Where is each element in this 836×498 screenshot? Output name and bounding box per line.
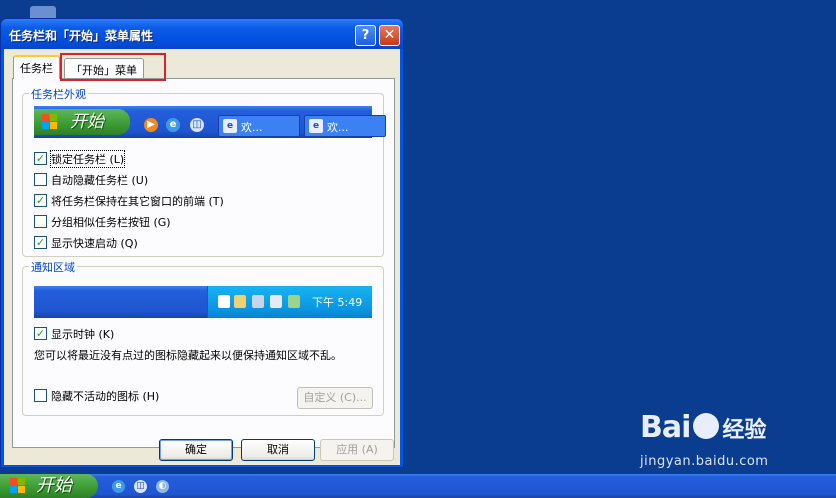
close-button[interactable]: ✕ (379, 25, 400, 46)
tray-icon (218, 295, 230, 308)
taskbar: 开始 e ◫ ◐ (0, 474, 836, 498)
customize-button[interactable]: 自定义 (C)... (297, 387, 373, 409)
preview-button-label: 欢... (327, 121, 349, 134)
tray-icon (270, 295, 282, 308)
paw-icon (693, 413, 720, 439)
internet-explorer-icon[interactable]: e (112, 480, 125, 493)
tab-taskbar[interactable]: 任务栏 (13, 55, 60, 79)
show-desktop-icon[interactable]: ◫ (134, 480, 147, 493)
appearance-group-title: 任务栏外观 (29, 86, 88, 102)
start-label: 开始 (36, 475, 72, 496)
title-bar[interactable]: 任务栏和「开始」菜单属性 ? ✕ (1, 19, 403, 49)
checkbox-label: 分组相似任务栏按钮 (G) (51, 216, 171, 229)
checkbox-label: 自动隐藏任务栏 (U) (51, 174, 149, 187)
preview-window-button: e 欢... (304, 115, 386, 137)
checkbox-label: 隐藏不活动的图标 (H) (51, 390, 160, 403)
watermark-logo-text: Bai (640, 410, 691, 445)
media-player-icon[interactable]: ◐ (156, 480, 169, 493)
cancel-button[interactable]: 取消 (241, 439, 315, 461)
window-icon: e (223, 119, 237, 133)
window-icon: e (309, 119, 323, 133)
checkbox[interactable]: ✓ (34, 236, 47, 249)
tray-icon (234, 295, 246, 308)
baidu-jingyan-watermark: Bai 经验 jingyan.baidu.com (640, 410, 768, 469)
checkbox[interactable] (34, 389, 47, 402)
checkbox-label: 将任务栏保持在其它窗口的前端 (T) (51, 195, 224, 208)
internet-explorer-icon: e (166, 118, 180, 132)
checkbox-label: 显示时钟 (K) (51, 328, 115, 341)
checkbox-label: 锁定任务栏 (L) (49, 150, 126, 168)
taskbar-preview: 开始 ▶ e ◫ e 欢... e 欢... (34, 106, 386, 138)
watermark-url: jingyan.baidu.com (640, 454, 769, 469)
checkbox-label: 显示快速启动 (Q) (51, 237, 138, 250)
media-player-icon: ▶ (144, 118, 158, 132)
tab-highlight-box (60, 53, 166, 81)
tray-icon (252, 295, 264, 308)
ok-button[interactable]: 确定 (159, 439, 233, 461)
system-tray-preview: 下午 5:49 (207, 286, 372, 318)
preview-start-button: 开始 (34, 109, 130, 135)
window-title: 任务栏和「开始」菜单属性 (9, 29, 154, 43)
help-button[interactable]: ? (355, 25, 376, 46)
checkbox[interactable] (34, 173, 47, 186)
preview-start-label: 开始 (70, 112, 104, 132)
show-desktop-icon: ◫ (190, 118, 204, 132)
checkbox[interactable] (34, 215, 47, 228)
notification-preview: 下午 5:49 (34, 286, 372, 318)
apply-button[interactable]: 应用 (A) (320, 439, 394, 461)
notification-group-title: 通知区域 (29, 259, 77, 275)
checkbox[interactable]: ✓ (34, 327, 47, 340)
windows-flag-icon (42, 114, 58, 130)
tray-icon (288, 295, 300, 308)
checkbox[interactable]: ✓ (34, 152, 47, 165)
start-button[interactable]: 开始 (0, 474, 98, 498)
preview-window-button: e 欢... (218, 115, 300, 137)
checkbox[interactable]: ✓ (34, 194, 47, 207)
tray-clock: 下午 5:49 (312, 296, 363, 309)
notification-note: 您可以将最近没有点过的图标隐藏起来以便保持通知区域不乱。 (34, 349, 342, 362)
watermark-logo-cn: 经验 (722, 418, 767, 443)
windows-flag-icon (10, 478, 26, 494)
preview-button-label: 欢... (241, 121, 263, 134)
